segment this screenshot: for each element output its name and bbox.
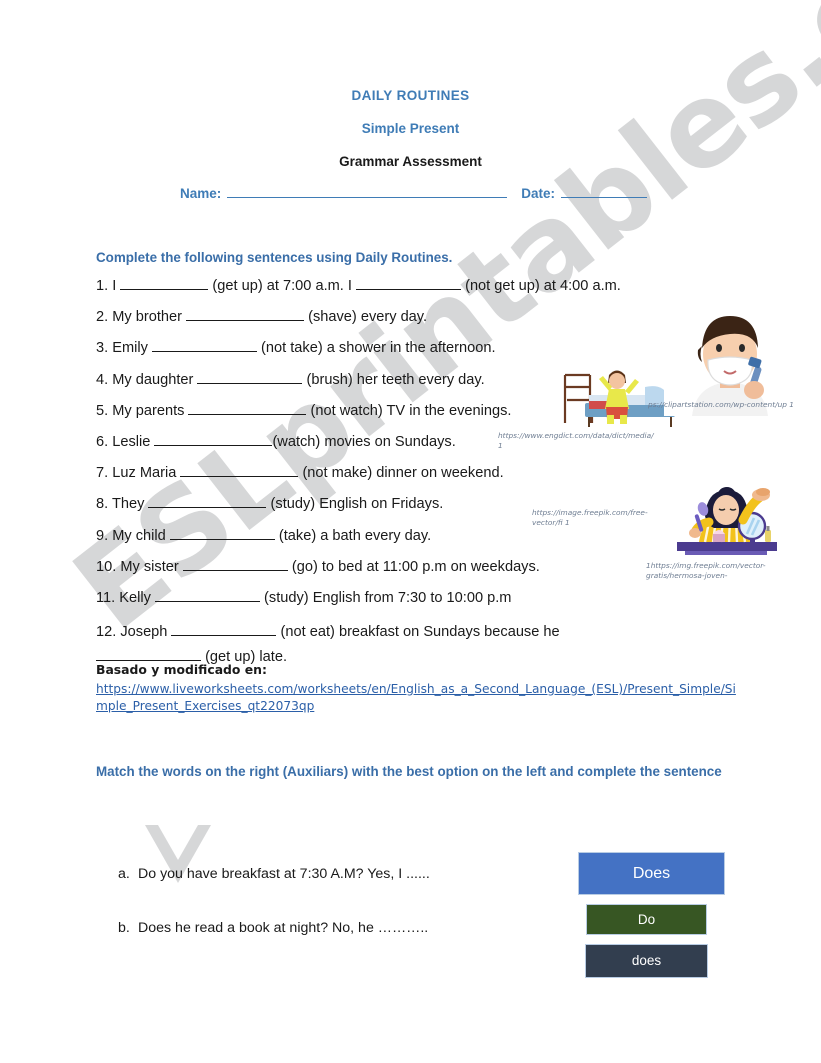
exercise-sentence: 6. Leslie (watch) movies on Sundays. — [96, 433, 696, 451]
exercise-sentence: 7. Luz Maria (not make) dinner on weeken… — [96, 464, 696, 482]
answer-option-does-lower[interactable]: does — [585, 944, 708, 978]
sentence-number: 6. — [96, 433, 109, 450]
answer-blank[interactable] — [188, 402, 307, 415]
name-date-row: Name: Date: — [180, 186, 650, 201]
answer-option-do[interactable]: Do — [586, 904, 707, 935]
source-credit: Basado y modificado en: https://www.live… — [96, 662, 736, 715]
match-item-bullet: a. — [118, 866, 130, 882]
sentence-pre: My daughter — [112, 371, 194, 388]
exercise-sentence: 5. My parents (not watch) TV in the even… — [96, 402, 696, 420]
exercise-sentence: 9. My child (take) a bath every day. — [96, 527, 696, 545]
sentence-pre: They — [111, 496, 145, 513]
exercise-sentence: 3. Emily (not take) a shower in the afte… — [96, 339, 696, 357]
answer-option-boxes: Does Do does — [578, 852, 725, 978]
name-input-line[interactable] — [227, 186, 508, 198]
answer-blank[interactable] — [186, 308, 305, 322]
sentence-post: (shave) every day. — [308, 309, 428, 326]
match-item-text: Does he read a book at night? No, he ………… — [138, 920, 429, 936]
exercise-sentence: 10. My sister (go) to bed at 11:00 p.m o… — [96, 558, 696, 576]
answer-blank[interactable] — [148, 495, 267, 509]
date-input-line[interactable] — [561, 186, 648, 198]
match-item-text: Do you have breakfast at 7:30 A.M? Yes, … — [138, 866, 430, 882]
exercise-sentence: 4. My daughter (brush) her teeth every d… — [96, 371, 696, 389]
sentence-post: (study) English from 7:30 to 10:00 p.m — [264, 589, 512, 606]
sentence-number: 10. — [96, 558, 117, 575]
section2-instruction: Match the words on the right (Auxiliars)… — [96, 764, 722, 779]
sentence-number: 1. — [96, 278, 109, 294]
exercise-sentence: 1. I (get up) at 7:00 a.m. I (not get up… — [96, 277, 696, 295]
sentence-post: (not get up) at 4:00 a.m. — [465, 278, 621, 294]
sentence-number: 12. — [96, 624, 117, 641]
sentence-number: 7. — [96, 465, 109, 482]
answer-blank[interactable] — [154, 433, 273, 446]
sentence-pre: Emily — [112, 340, 148, 357]
answer-blank[interactable] — [182, 558, 288, 571]
exercise-sentence: 11. Kelly (study) English from 7:30 to 1… — [96, 589, 696, 607]
sentence-pre: I — [112, 278, 117, 294]
answer-blank[interactable] — [151, 339, 257, 353]
document-type: Grammar Assessment — [339, 154, 482, 169]
sentence-post: (not take) a shower in the afternoon. — [261, 340, 496, 357]
sentence-post: (watch) movies on Sundays. — [272, 433, 456, 450]
sentence-number: 9. — [96, 527, 109, 544]
match-item: a. Do you have breakfast at 7:30 A.M? Yes… — [118, 866, 538, 882]
sentence-pre: Luz Maria — [112, 465, 177, 482]
answer-blank[interactable] — [96, 648, 201, 662]
answer-option-does-capital[interactable]: Does — [578, 852, 725, 895]
exercise-sentence: 8. They (study) English on Fridays. — [96, 495, 696, 513]
sentence-pre: Kelly — [119, 589, 151, 606]
exercise-sentence: 2. My brother (shave) every day. — [96, 308, 696, 326]
answer-blank[interactable] — [169, 527, 275, 540]
sentence-pre: My parents — [112, 402, 185, 419]
source-url-link[interactable]: https://www.liveworksheets.com/worksheet… — [96, 681, 736, 715]
sentence-pre: My child — [112, 527, 166, 544]
sentence-post: (take) a bath every day. — [278, 527, 432, 544]
sentence-post: (not make) dinner on weekend. — [302, 465, 504, 482]
match-item-list: a. Do you have breakfast at 7:30 A.M? Yes… — [118, 866, 538, 974]
sentence-pre: My brother — [112, 309, 182, 326]
sentence-number: 11. — [96, 589, 116, 606]
sentence-number: 4. — [96, 371, 109, 388]
page-title: DAILY ROUTINES — [351, 88, 470, 103]
match-item-bullet: b. — [118, 920, 130, 936]
sentence-pre: Joseph — [120, 624, 168, 641]
page-header: DAILY ROUTINES Simple Present Grammar As… — [0, 88, 821, 169]
answer-blank[interactable] — [197, 371, 303, 384]
sentence-post: (go) to bed at 11:00 p.m on weekdays. — [291, 558, 540, 575]
credit-label: Basado y modificado en: — [96, 662, 267, 677]
sentence-pre: My sister — [120, 558, 179, 575]
section1-instruction: Complete the following sentences using D… — [96, 250, 453, 265]
name-label: Name: — [180, 186, 222, 201]
answer-blank[interactable] — [120, 277, 209, 290]
sentence-number: 5. — [96, 402, 109, 419]
sentence-post: (not watch) TV in the evenings. — [310, 402, 512, 419]
match-item: b. Does he read a book at night? No, he …… — [118, 920, 538, 936]
date-label: Date: — [521, 186, 556, 201]
answer-blank[interactable] — [356, 277, 462, 290]
sentence-post: (not eat) breakfast on Sundays because h… — [280, 624, 560, 641]
sentence-pre: Leslie — [112, 433, 151, 450]
sentence-number: 2. — [96, 309, 109, 326]
page-subtitle: Simple Present — [361, 121, 460, 136]
sentence-number: 8. — [96, 496, 109, 513]
sentence-post: (brush) her teeth every day. — [306, 371, 485, 388]
sentence-mid: (get up) at 7:00 a.m. I — [212, 278, 352, 294]
sentence-number: 3. — [96, 340, 109, 357]
exercise-sentence-list: 1. I (get up) at 7:00 a.m. I (not get up… — [96, 277, 696, 683]
answer-blank[interactable] — [180, 464, 299, 478]
worksheet-page: ESLprintables.com DAILY ROUTINES Simple … — [0, 0, 821, 1063]
sentence-post: (study) English on Fridays. — [270, 496, 444, 513]
answer-blank[interactable] — [171, 623, 277, 637]
answer-blank[interactable] — [154, 589, 260, 602]
